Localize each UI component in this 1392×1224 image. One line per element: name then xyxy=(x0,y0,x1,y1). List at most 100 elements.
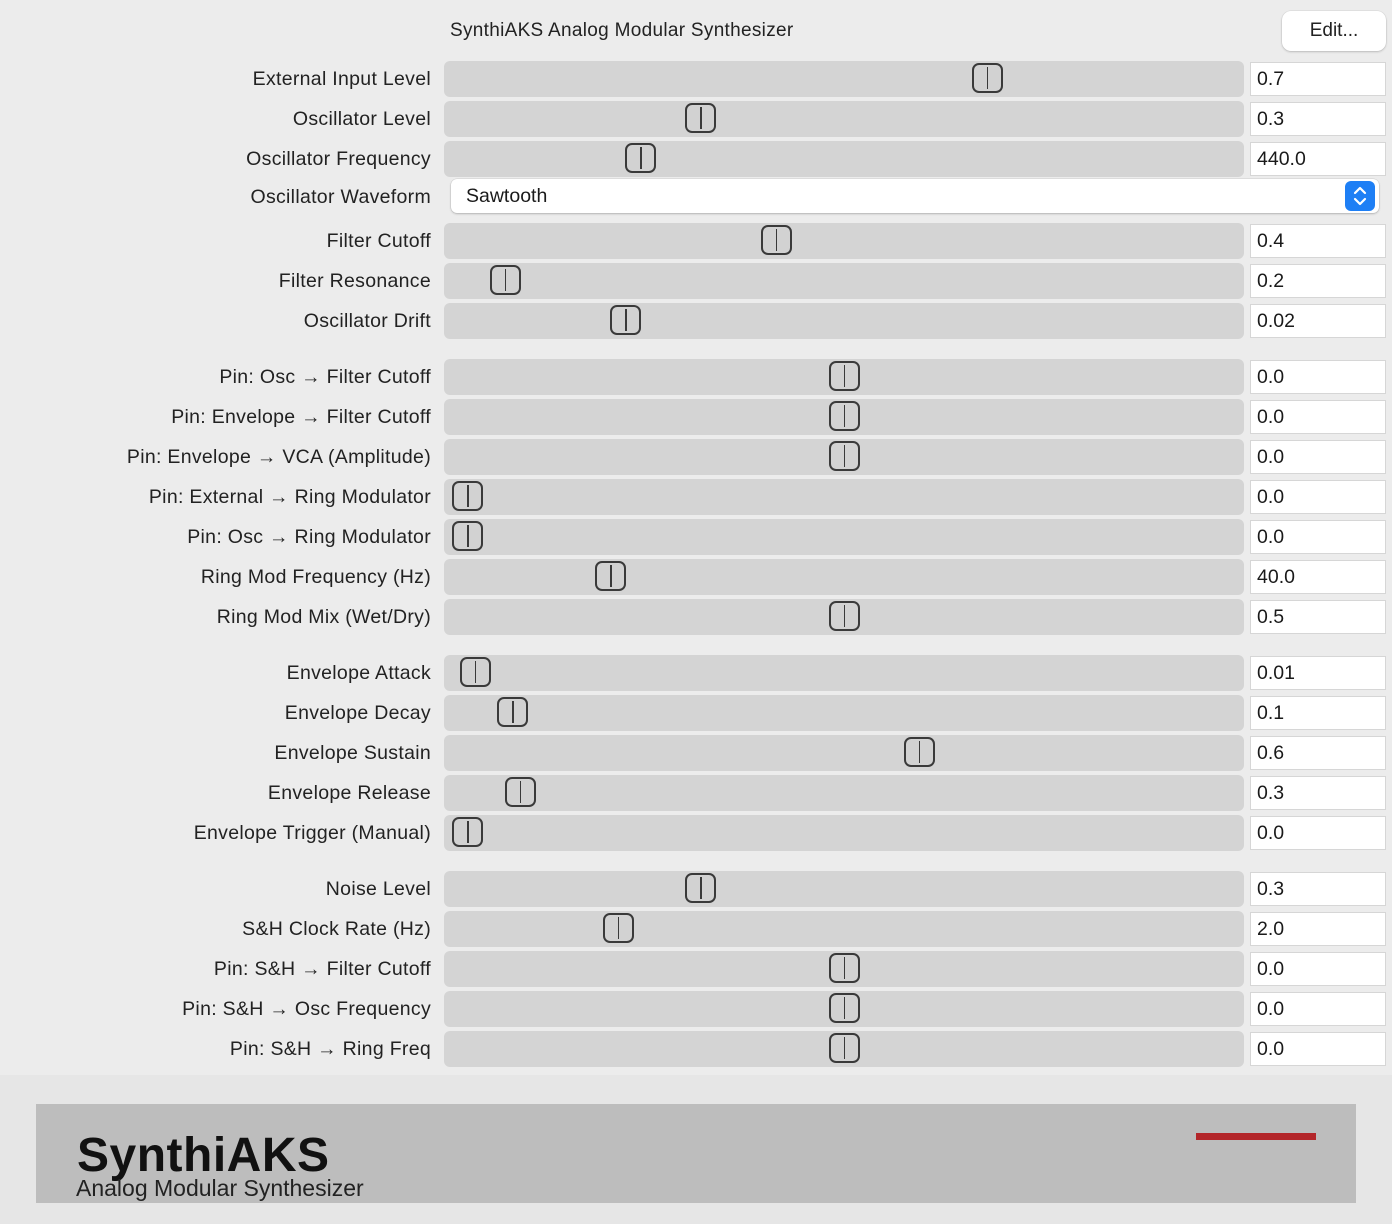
param-value-field[interactable]: 0.3 xyxy=(1250,872,1386,906)
param-value-field[interactable]: 40.0 xyxy=(1250,560,1386,594)
edit-button[interactable]: Edit... xyxy=(1282,11,1386,51)
slider-thumb[interactable] xyxy=(828,953,860,983)
slider-thumb[interactable] xyxy=(760,225,792,255)
slider-thumb[interactable] xyxy=(602,913,634,943)
param-value-field[interactable]: 0.0 xyxy=(1250,1032,1386,1066)
param-slider[interactable] xyxy=(444,599,1244,635)
param-row-pin-envelope-vca-amplitude: Pin: Envelope → VCA (Amplitude) 0.0 xyxy=(0,439,1392,475)
param-slider[interactable] xyxy=(444,991,1244,1027)
param-label: Envelope Decay xyxy=(284,702,431,724)
param-slider[interactable] xyxy=(444,951,1244,987)
slider-thumb[interactable] xyxy=(828,441,860,471)
slider-thumb[interactable] xyxy=(828,993,860,1023)
param-slider[interactable] xyxy=(444,61,1244,97)
param-row-envelope-attack: Envelope Attack 0.01 xyxy=(0,655,1392,691)
brand-accent-bar xyxy=(1196,1133,1316,1140)
param-value-field[interactable]: 0.01 xyxy=(1250,656,1386,690)
param-slider[interactable] xyxy=(444,559,1244,595)
param-slider[interactable] xyxy=(444,263,1244,299)
slider-thumb[interactable] xyxy=(903,737,935,767)
param-slider[interactable] xyxy=(444,655,1244,691)
waveform-select-value: Sawtooth xyxy=(466,185,548,207)
param-label: Pin: Osc → Filter Cutoff xyxy=(219,366,431,388)
param-value-field[interactable]: 0.0 xyxy=(1250,992,1386,1026)
param-row-pin-osc-ring-modulator: Pin: Osc → Ring Modulator 0.0 xyxy=(0,519,1392,555)
slider-thumb[interactable] xyxy=(595,561,627,591)
param-slider[interactable] xyxy=(444,101,1244,137)
param-value-field[interactable]: 0.3 xyxy=(1250,102,1386,136)
slider-thumb[interactable] xyxy=(452,481,483,511)
slider-thumb[interactable] xyxy=(452,817,483,847)
param-slider[interactable] xyxy=(444,871,1244,907)
param-value-field[interactable]: 0.0 xyxy=(1250,952,1386,986)
plugin-title: SynthiAKS Analog Modular Synthesizer xyxy=(450,20,794,41)
param-value-field[interactable]: 0.0 xyxy=(1250,440,1386,474)
param-slider[interactable] xyxy=(444,223,1244,259)
plugin-parameter-panel: SynthiAKS Analog Modular Synthesizer Edi… xyxy=(0,0,1392,1075)
slider-thumb[interactable] xyxy=(625,143,657,173)
param-row-oscillator-frequency: Oscillator Frequency 440.0 xyxy=(0,141,1392,177)
param-row-envelope-trigger-manual: Envelope Trigger (Manual) 0.0 xyxy=(0,815,1392,851)
param-value-field[interactable]: 0.0 xyxy=(1250,360,1386,394)
slider-thumb[interactable] xyxy=(828,401,860,431)
param-slider[interactable] xyxy=(444,399,1244,435)
slider-thumb[interactable] xyxy=(971,63,1003,93)
param-row-envelope-release: Envelope Release 0.3 xyxy=(0,775,1392,811)
param-slider[interactable] xyxy=(444,695,1244,731)
param-slider[interactable] xyxy=(444,519,1244,555)
slider-thumb[interactable] xyxy=(489,265,521,295)
param-label: Ring Mod Mix (Wet/Dry) xyxy=(216,606,431,628)
slider-thumb[interactable] xyxy=(685,873,717,903)
param-slider[interactable] xyxy=(444,775,1244,811)
param-label: Filter Resonance xyxy=(278,270,431,292)
param-value-field[interactable]: 0.4 xyxy=(1250,224,1386,258)
slider-thumb[interactable] xyxy=(828,601,860,631)
param-label: Oscillator Level xyxy=(292,108,431,130)
slider-thumb[interactable] xyxy=(610,305,642,335)
param-value-field[interactable]: 0.7 xyxy=(1250,62,1386,96)
chevron-up-down-icon[interactable] xyxy=(1345,181,1375,211)
waveform-select[interactable]: Sawtooth xyxy=(451,179,1379,213)
param-label: S&H Clock Rate (Hz) xyxy=(242,918,431,940)
param-label: Pin: S&H → Filter Cutoff xyxy=(213,958,431,980)
slider-thumb[interactable] xyxy=(497,697,529,727)
param-slider[interactable] xyxy=(444,439,1244,475)
param-row-s-h-clock-rate-hz: S&H Clock Rate (Hz) 2.0 xyxy=(0,911,1392,947)
slider-thumb[interactable] xyxy=(828,361,860,391)
slider-thumb[interactable] xyxy=(685,103,717,133)
param-row-pin-s-h-osc-frequency: Pin: S&H → Osc Frequency 0.0 xyxy=(0,991,1392,1027)
param-slider[interactable] xyxy=(444,303,1244,339)
slider-thumb[interactable] xyxy=(828,1033,860,1063)
slider-thumb[interactable] xyxy=(452,521,483,551)
param-label: Pin: S&H → Ring Freq xyxy=(229,1038,431,1060)
param-label: Noise Level xyxy=(325,878,431,900)
slider-thumb[interactable] xyxy=(504,777,536,807)
param-value-field[interactable]: 0.1 xyxy=(1250,696,1386,730)
param-label: Pin: External → Ring Modulator xyxy=(148,486,431,508)
param-slider[interactable] xyxy=(444,911,1244,947)
param-value-field[interactable]: 0.5 xyxy=(1250,600,1386,634)
param-value-field[interactable]: 0.3 xyxy=(1250,776,1386,810)
param-label: Pin: Osc → Ring Modulator xyxy=(187,526,431,548)
param-slider[interactable] xyxy=(444,735,1244,771)
param-value-field[interactable]: 0.2 xyxy=(1250,264,1386,298)
param-slider[interactable] xyxy=(444,359,1244,395)
param-value-field[interactable]: 0.02 xyxy=(1250,304,1386,338)
param-row-pin-s-h-filter-cutoff: Pin: S&H → Filter Cutoff 0.0 xyxy=(0,951,1392,987)
slider-thumb[interactable] xyxy=(459,657,491,687)
param-slider[interactable] xyxy=(444,141,1244,177)
param-value-field[interactable]: 0.0 xyxy=(1250,816,1386,850)
param-slider[interactable] xyxy=(444,1031,1244,1067)
param-row-pin-envelope-filter-cutoff: Pin: Envelope → Filter Cutoff 0.0 xyxy=(0,399,1392,435)
param-row-noise-level: Noise Level 0.3 xyxy=(0,871,1392,907)
param-slider[interactable] xyxy=(444,815,1244,851)
param-row-oscillator-waveform: Oscillator Waveform Sawtooth xyxy=(0,179,1392,215)
param-value-field[interactable]: 0.0 xyxy=(1250,520,1386,554)
param-value-field[interactable]: 2.0 xyxy=(1250,912,1386,946)
param-value-field[interactable]: 0.0 xyxy=(1250,480,1386,514)
param-value-field[interactable]: 0.0 xyxy=(1250,400,1386,434)
param-label: Oscillator Waveform xyxy=(250,186,431,208)
param-value-field[interactable]: 0.6 xyxy=(1250,736,1386,770)
param-slider[interactable] xyxy=(444,479,1244,515)
param-value-field[interactable]: 440.0 xyxy=(1250,142,1386,176)
